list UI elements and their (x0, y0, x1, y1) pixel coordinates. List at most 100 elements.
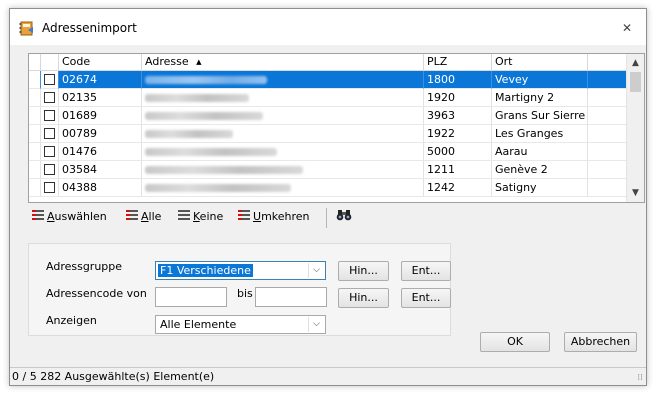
invert-selection-button[interactable]: Umkehren (238, 208, 310, 226)
code-ent-button[interactable]: Ent... (401, 288, 451, 308)
group-hin-button[interactable]: Hin... (338, 261, 389, 281)
address-import-dialog: Adressenimport ✕ Code Adresse ▲ PLZ Ort … (9, 8, 647, 386)
row-checkbox[interactable] (44, 92, 55, 103)
address-code-from-input[interactable] (155, 287, 227, 307)
redacted-address-text (145, 130, 233, 138)
address-group-select[interactable]: F1 Verschiedene ⌵ (155, 261, 326, 280)
row-checkbox[interactable] (44, 146, 55, 157)
find-button[interactable] (336, 208, 352, 226)
redacted-address-text (145, 94, 249, 102)
sort-ascending-icon: ▲ (196, 58, 202, 66)
checkbox-header[interactable] (41, 54, 59, 70)
vertical-scrollbar[interactable]: ▲ ▼ (626, 54, 644, 202)
column-header-code[interactable]: Code (59, 54, 142, 70)
list-check-all-icon (126, 210, 138, 221)
cell-plz: 1800 (424, 71, 492, 89)
cell-ort: Vevey (492, 71, 588, 89)
row-checkbox-cell (41, 125, 59, 143)
cell-code: 02674 (59, 71, 142, 89)
cell-adresse (142, 179, 424, 197)
cell-empty (588, 71, 628, 89)
address-book-icon (19, 21, 33, 36)
show-select[interactable]: Alle Elemente ⌵ (155, 315, 326, 334)
table-row[interactable]: 02674 1800 Vevey (29, 71, 628, 89)
row-indicator (29, 107, 41, 125)
row-indicator (29, 179, 41, 197)
table-row[interactable]: 02135 1920 Martigny 2 (29, 89, 628, 107)
row-checkbox[interactable] (44, 164, 55, 175)
cell-ort: Genève 2 (492, 161, 588, 179)
address-grid[interactable]: Code Adresse ▲ PLZ Ort 02674 1800 Vevey 021… (28, 53, 645, 203)
cell-code: 03584 (59, 161, 142, 179)
row-indicator (29, 125, 41, 143)
cell-empty (588, 143, 628, 161)
address-code-to-input[interactable] (255, 287, 327, 307)
row-indicator (29, 161, 41, 179)
cell-adresse (142, 161, 424, 179)
cell-empty (588, 125, 628, 143)
cancel-button[interactable]: Abbrechen (564, 332, 637, 352)
redacted-address-text (145, 112, 263, 120)
toolbar-separator (326, 208, 327, 228)
column-header-ort[interactable]: Ort (492, 54, 588, 70)
row-indicator (29, 71, 41, 89)
row-checkbox-cell (41, 161, 59, 179)
column-header-plz[interactable]: PLZ (424, 54, 492, 70)
table-row[interactable]: 00789 1922 Les Granges (29, 125, 628, 143)
cell-plz: 1922 (424, 125, 492, 143)
redacted-address-text (145, 166, 303, 174)
list-select-icon (32, 210, 44, 221)
cell-plz: 3963 (424, 107, 492, 125)
chevron-down-icon[interactable]: ⌵ (308, 317, 324, 332)
row-checkbox[interactable] (44, 110, 55, 121)
redacted-address-text (145, 148, 277, 156)
select-button[interactable]: Auswählen (32, 208, 107, 226)
row-checkbox-cell (41, 179, 59, 197)
scroll-up-arrow-icon[interactable]: ▲ (627, 55, 644, 71)
show-label: Anzeigen (46, 314, 97, 327)
table-row[interactable]: 01476 5000 Aarau (29, 143, 628, 161)
filter-panel: Adressgruppe F1 Verschiedene ⌵ Hin... En… (28, 243, 451, 336)
row-checkbox[interactable] (44, 74, 55, 85)
row-indicator (29, 143, 41, 161)
resize-grip-icon[interactable]: ⁞⁞ (637, 374, 643, 383)
cell-code: 04388 (59, 179, 142, 197)
bis-label: bis (237, 287, 253, 300)
select-none-button[interactable]: Keine (178, 208, 223, 226)
selection-count-status: 0 / 5 282 Ausgewählte(s) Element(e) (12, 370, 215, 383)
cell-empty (588, 107, 628, 125)
list-uncheck-icon (178, 210, 190, 221)
cell-plz: 5000 (424, 143, 492, 161)
cell-adresse (142, 143, 424, 161)
grid-header: Code Adresse ▲ PLZ Ort (29, 54, 628, 71)
close-button[interactable]: ✕ (620, 21, 634, 35)
binoculars-icon (336, 210, 352, 221)
cell-plz: 1242 (424, 179, 492, 197)
code-hin-button[interactable]: Hin... (338, 288, 389, 308)
row-checkbox-cell (41, 143, 59, 161)
column-header-adresse[interactable]: Adresse ▲ (142, 54, 424, 70)
cell-plz: 1920 (424, 89, 492, 107)
cell-ort: Grans Sur Sierre (492, 107, 588, 125)
row-checkbox-cell (41, 71, 59, 89)
scroll-down-arrow-icon[interactable]: ▼ (627, 185, 644, 201)
select-all-button[interactable]: Alle (126, 208, 161, 226)
chevron-down-icon[interactable]: ⌵ (308, 263, 324, 278)
table-row[interactable]: 03584 1211 Genève 2 (29, 161, 628, 179)
cell-ort: Satigny (492, 179, 588, 197)
title-bar: Adressenimport ✕ (10, 9, 646, 45)
list-invert-icon (238, 210, 250, 221)
address-code-from-label: Adressencode von (46, 287, 147, 300)
redacted-address-text (145, 76, 267, 84)
table-row[interactable]: 04388 1242 Satigny (29, 179, 628, 197)
group-ent-button[interactable]: Ent... (401, 261, 451, 281)
row-indicator-header (29, 54, 41, 70)
row-checkbox[interactable] (44, 182, 55, 193)
status-bar: 0 / 5 282 Ausgewählte(s) Element(e) ⁞⁞ (10, 367, 646, 385)
scrollbar-thumb[interactable] (630, 72, 641, 92)
cell-code: 01476 (59, 143, 142, 161)
table-row[interactable]: 01689 3963 Grans Sur Sierre (29, 107, 628, 125)
ok-button[interactable]: OK (480, 332, 550, 352)
cell-plz: 1211 (424, 161, 492, 179)
row-checkbox[interactable] (44, 128, 55, 139)
